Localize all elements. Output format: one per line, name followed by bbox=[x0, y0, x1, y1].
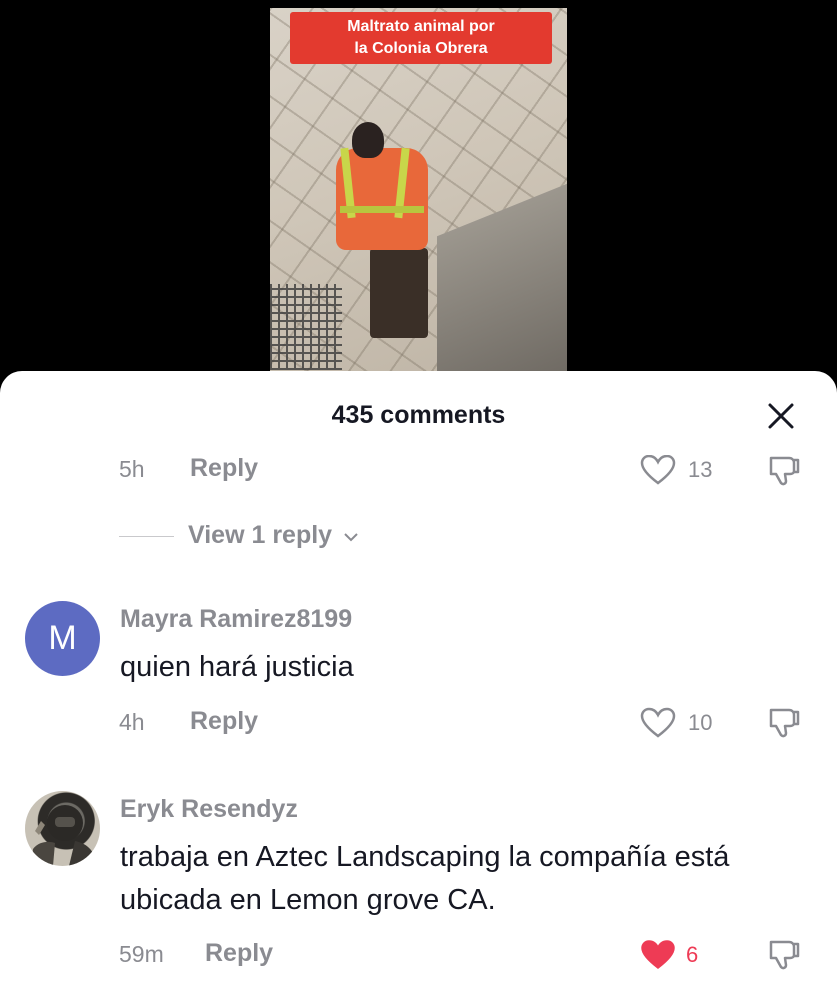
heart-outline-icon[interactable] bbox=[640, 707, 676, 739]
divider bbox=[119, 536, 174, 537]
reply-button[interactable]: Reply bbox=[190, 707, 258, 736]
shopping-cart-image bbox=[270, 284, 342, 370]
comment-username[interactable]: Mayra Ramirez8199 bbox=[120, 605, 352, 634]
thumbs-down-icon[interactable] bbox=[765, 707, 801, 739]
avatar[interactable] bbox=[25, 791, 100, 866]
comment-time: 5h bbox=[119, 456, 145, 482]
like-count: 6 bbox=[686, 942, 699, 967]
helmet-avatar-image bbox=[31, 805, 97, 866]
like-count: 13 bbox=[688, 457, 713, 482]
heart-outline-icon[interactable] bbox=[640, 455, 676, 485]
video-overlay-title: Maltrato animal por la Colonia Obrera bbox=[290, 12, 552, 64]
thumbs-down-icon[interactable] bbox=[765, 939, 801, 971]
comments-sheet: 435 comments 5h Reply 13 View 1 reply M … bbox=[0, 371, 837, 1000]
comment-text: trabaja en Aztec Landscaping la compañía… bbox=[120, 841, 730, 916]
worker-legs-image bbox=[370, 248, 428, 338]
comment-time: 4h bbox=[119, 709, 145, 735]
view-replies-button[interactable]: View 1 reply bbox=[188, 521, 359, 550]
reply-button[interactable]: Reply bbox=[205, 939, 273, 968]
wall-image bbox=[437, 179, 567, 388]
avatar[interactable]: M bbox=[25, 601, 100, 676]
vest-belt-image bbox=[340, 206, 424, 213]
comment-time: 59m bbox=[119, 941, 164, 967]
view-replies-label: View 1 reply bbox=[188, 521, 333, 549]
comment-text: quien hará justicia bbox=[120, 651, 354, 683]
chevron-down-icon bbox=[344, 533, 358, 542]
comments-count-title: 435 comments bbox=[331, 401, 506, 429]
like-count: 10 bbox=[688, 710, 713, 735]
comment-username[interactable]: Eryk Resendyz bbox=[120, 795, 298, 824]
close-icon[interactable] bbox=[766, 401, 796, 431]
video-player[interactable]: Maltrato animal por la Colonia Obrera bbox=[270, 8, 567, 388]
worker-head-image bbox=[352, 122, 384, 158]
thumbs-down-icon[interactable] bbox=[765, 455, 801, 487]
heart-filled-icon[interactable] bbox=[640, 939, 676, 971]
reply-button[interactable]: Reply bbox=[190, 454, 258, 483]
